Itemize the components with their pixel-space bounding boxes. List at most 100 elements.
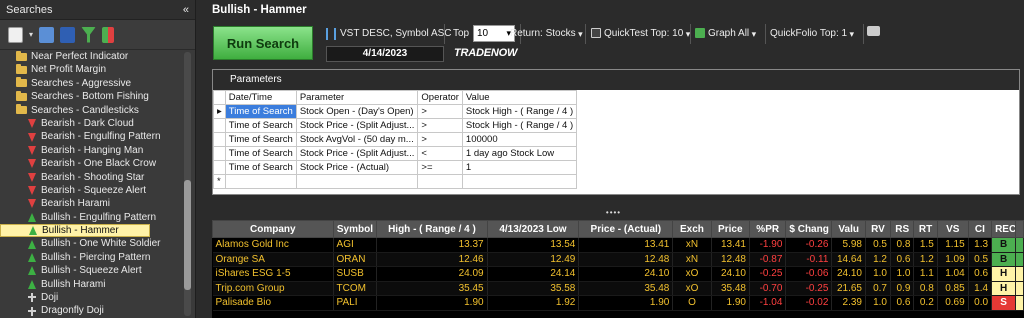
quicktest-dropdown[interactable]: QuickTest Top: 10 [591, 26, 693, 42]
tree-item[interactable]: Bearish - Engulfing Pattern [0, 130, 195, 143]
param-operator-cell[interactable]: < [417, 146, 463, 161]
results-col-header[interactable]: VS [936, 220, 969, 238]
tree-scrollbar-thumb[interactable] [184, 180, 191, 290]
results-col-header[interactable]: Price [710, 220, 751, 238]
new-row-cell[interactable] [224, 174, 297, 189]
param-operator-cell[interactable]: >= [417, 160, 463, 175]
param-value-cell[interactable]: Stock High - ( Range / 4 ) [461, 118, 578, 133]
results-col-header[interactable]: Valu [831, 220, 866, 238]
tree-item[interactable]: Bullish - Squeeze Alert [0, 264, 195, 277]
return-type-dropdown[interactable]: Return: Stocks [510, 26, 586, 42]
tree-item[interactable]: Net Profit Margin [0, 63, 195, 76]
top-count-select[interactable]: 10 [473, 25, 515, 42]
tree-item[interactable]: Bearish - One Black Crow [0, 157, 195, 170]
tree-item[interactable]: Bullish - One White Soldier [0, 237, 195, 250]
new-row-cell[interactable] [417, 174, 463, 189]
filter-search-icon[interactable] [81, 26, 97, 43]
tree-item[interactable]: Bearish Harami [0, 197, 195, 210]
param-datetime-cell[interactable]: Time of Search [224, 146, 297, 161]
result-cell: 1.0 [865, 266, 891, 282]
tree-item[interactable]: Searches - Aggressive [0, 77, 195, 90]
results-col-header[interactable]: Company [212, 220, 334, 238]
param-value-cell[interactable]: 100000 [461, 132, 578, 147]
new-row-cell[interactable] [295, 174, 419, 189]
sort-order-button[interactable]: VST DESC, Symbol ASC [326, 26, 452, 42]
save-search-icon[interactable] [60, 26, 76, 43]
tree-item[interactable]: Searches - Candlesticks [0, 104, 195, 117]
result-row[interactable]: Alamos Gold Inc AGI 13.37 13.54 13.41 xN 13.41… [212, 237, 1024, 253]
parameter-row[interactable]: Time of Search Stock AvgVol - (50 day m..… [213, 132, 578, 147]
tree-item[interactable]: Doji [0, 291, 195, 304]
tree-item[interactable]: Bearish - Squeeze Alert [0, 184, 195, 197]
param-parameter-cell[interactable]: Stock AvgVol - (50 day m... [295, 132, 419, 147]
results-col-header-overflow[interactable] [1015, 220, 1024, 238]
param-datetime-cell[interactable]: Time of Search [224, 132, 297, 147]
tree-item[interactable]: Bullish - Hammer [0, 224, 150, 238]
param-datetime-cell[interactable]: Time of Search [224, 104, 297, 119]
tree-item[interactable]: Bullish Harami [0, 278, 195, 291]
param-parameter-cell[interactable]: Stock Open - (Day's Open) [295, 104, 419, 119]
param-datetime-cell[interactable]: Time of Search [224, 160, 297, 175]
tree-item[interactable]: Bearish - Hanging Man [0, 144, 195, 157]
new-parameter-row[interactable]: * [213, 174, 578, 189]
results-col-header[interactable]: REC [991, 220, 1017, 238]
results-col-header[interactable]: %PR [748, 220, 787, 238]
result-row[interactable]: Palisade Bio PALI 1.90 1.92 1.90 O 1.90 -1.04 -0… [212, 295, 1024, 311]
param-datetime-cell[interactable]: Time of Search [224, 118, 297, 133]
parameter-row[interactable]: Time of Search Stock Price - (Actual) >= 1 [213, 160, 578, 175]
param-parameter-cell[interactable]: Stock Price - (Split Adjust... [295, 146, 419, 161]
result-row[interactable]: Trip.com Group TCOM 35.45 35.58 35.48 xO 35.48… [212, 281, 1024, 296]
tree-item[interactable]: Bearish - Dark Cloud [0, 117, 195, 130]
param-value-cell[interactable]: Stock High - ( Range / 4 ) [461, 104, 578, 119]
graph-all-dropdown[interactable]: Graph All [695, 26, 759, 42]
search-date-field[interactable]: 4/14/2023 [326, 46, 444, 62]
new-search-icon[interactable] [8, 26, 23, 43]
tree-item[interactable]: Near Perfect Indicator [0, 50, 195, 63]
results-col-header[interactable]: High - ( Range / 4 ) [376, 220, 488, 238]
tree-item[interactable]: Bullish - Piercing Pattern [0, 251, 195, 264]
graph-all-label: Graph All [708, 28, 750, 39]
results-col-header[interactable]: RV [865, 220, 891, 238]
result-cell: 0.7 [865, 281, 891, 296]
parameter-row[interactable]: ▸ Time of Search Stock Open - (Day's Open)… [213, 104, 578, 119]
param-parameter-cell[interactable]: Stock Price - (Split Adjust... [295, 118, 419, 133]
dropdown-arrow-icon[interactable]: ▾ [29, 30, 33, 39]
result-cell: 1.0 [890, 266, 915, 282]
tree-item[interactable]: Bullish - Engulfing Pattern [0, 211, 195, 224]
parameter-row[interactable]: Time of Search Stock Price - (Split Adjus… [213, 118, 578, 133]
param-operator-cell[interactable]: > [417, 118, 463, 133]
result-row[interactable]: iShares ESG 1-5 SUSB 24.09 24.14 24.10 xO 24.1… [212, 266, 1024, 282]
results-col-header[interactable]: 4/13/2023 Low [486, 220, 580, 238]
collapse-panel-button[interactable]: « [183, 4, 189, 16]
results-col-header[interactable]: Exch [672, 220, 712, 238]
tree-scrollbar[interactable] [184, 52, 191, 316]
param-value-cell[interactable]: 1 day ago Stock Low [461, 146, 578, 161]
parameter-row[interactable]: Time of Search Stock Price - (Split Adjus… [213, 146, 578, 161]
result-cell: 1.2 [913, 252, 938, 267]
tree-item[interactable]: Bearish - Shooting Star [0, 171, 195, 184]
results-col-header[interactable]: $ Chang [785, 220, 833, 238]
new-row-cell[interactable] [461, 174, 578, 189]
param-value-cell[interactable]: 1 [461, 160, 578, 175]
tree-item[interactable]: Searches - Bottom Fishing [0, 90, 195, 103]
results-splitter[interactable]: •••• [203, 209, 1024, 217]
param-parameter-cell[interactable]: Stock Price - (Actual) [295, 160, 419, 175]
print-button[interactable] [867, 26, 890, 42]
result-cell: 1.2 [865, 252, 891, 267]
results-col-header[interactable]: RS [889, 220, 915, 238]
tree-item[interactable]: Dragonfly Doji [0, 304, 195, 317]
copy-search-icon[interactable] [39, 26, 55, 43]
results-col-header[interactable]: Price - (Actual) [578, 220, 674, 238]
param-operator-cell[interactable]: > [417, 104, 463, 119]
result-cell: -0.25 [749, 266, 787, 282]
quickfolio-dropdown[interactable]: QuickFolio Top: 1 [770, 26, 857, 42]
result-cell: Orange SA [212, 252, 334, 267]
searches-panel-header: Searches « [0, 0, 195, 20]
param-operator-cell[interactable]: > [417, 132, 463, 147]
run-search-button[interactable]: Run Search [213, 26, 313, 60]
results-col-header[interactable]: CI [967, 220, 993, 238]
results-col-header[interactable]: RT [913, 220, 938, 238]
sort-search-icon[interactable] [102, 26, 115, 43]
result-row[interactable]: Orange SA ORAN 12.46 12.49 12.48 xN 12.48 -0.87… [212, 252, 1024, 267]
results-col-header[interactable]: Symbol [332, 220, 378, 238]
